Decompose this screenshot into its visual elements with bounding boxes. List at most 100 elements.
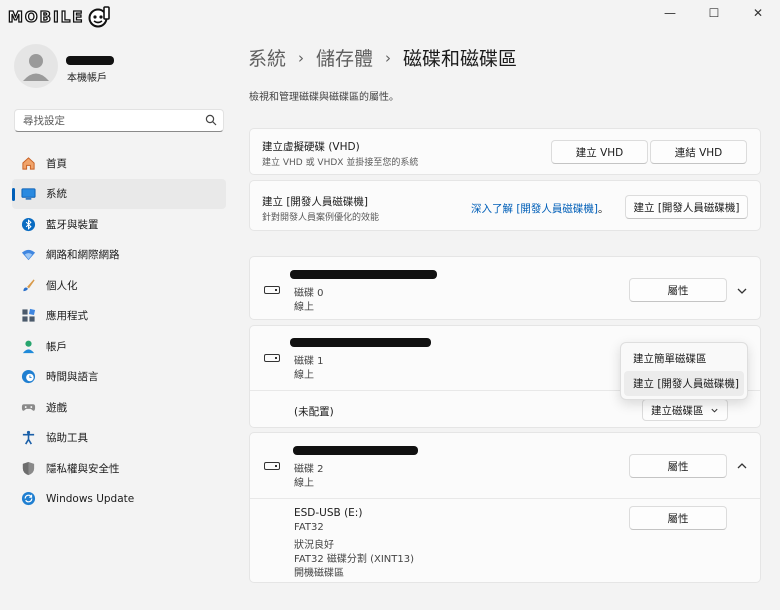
minimize-button[interactable]: — — [648, 0, 692, 26]
sidebar-item-label: 時間與語言 — [46, 371, 99, 384]
disk-0-properties-button[interactable]: 屬性 — [629, 278, 727, 302]
close-button[interactable]: ✕ — [736, 0, 780, 26]
create-dev-drive-button[interactable]: 建立 [開發人員磁碟機] — [625, 195, 748, 219]
volume-label: ESD-USB (E:) — [294, 507, 363, 519]
volume-health: 狀況良好 — [294, 540, 334, 551]
breadcrumb-separator: › — [385, 48, 392, 67]
disk-2-model-redacted — [293, 446, 418, 455]
disk-2-name: 磁碟 2 — [294, 464, 324, 475]
window-controls: — ☐ ✕ — [648, 0, 780, 26]
dev-drive-card-title: 建立 [開發人員磁碟機] — [262, 196, 369, 208]
user-avatar-icon — [23, 54, 49, 81]
monitor-icon — [20, 186, 36, 202]
user-name-redacted — [66, 56, 114, 65]
menu-item-create-dev-drive[interactable]: 建立 [開發人員磁碟機] — [624, 371, 744, 396]
disk-1-name: 磁碟 1 — [294, 356, 324, 367]
shield-icon — [20, 460, 36, 476]
sidebar-item-label: 系統 — [46, 188, 67, 201]
vhd-card-title: 建立虛擬硬碟 (VHD) — [262, 141, 360, 153]
sidebar-item-label: 個人化 — [46, 279, 78, 292]
maximize-button[interactable]: ☐ — [692, 0, 736, 26]
account-type: 本機帳戶 — [67, 73, 107, 84]
link-suffix: 。 — [598, 203, 609, 215]
learn-more-dev-drive-link[interactable]: 深入了解 [開發人員磁碟機]。 — [471, 201, 609, 216]
brush-icon — [20, 277, 36, 293]
home-icon — [20, 155, 36, 171]
breadcrumb-separator: › — [298, 48, 305, 67]
divider — [250, 498, 760, 499]
disk-2-status: 線上 — [294, 478, 314, 489]
menu-item-create-simple-volume[interactable]: 建立簡單磁碟區 — [624, 346, 744, 371]
chevron-down-icon[interactable] — [736, 285, 748, 297]
unallocated-label: (未配置) — [294, 406, 334, 418]
logo-text: MOBILE — [7, 7, 85, 26]
disk-0-model-redacted — [290, 270, 437, 279]
volume-properties-button[interactable]: 屬性 — [629, 506, 727, 530]
sidebar-item-accounts[interactable]: 帳戶 — [12, 331, 226, 362]
sidebar-item-privacy[interactable]: 隱私權與安全性 — [12, 453, 226, 484]
disk-0-card[interactable]: 磁碟 0 線上 屬性 — [249, 256, 761, 320]
clock-globe-icon — [20, 369, 36, 385]
breadcrumb-item-storage[interactable]: 儲存體 — [316, 44, 373, 71]
bluetooth-icon — [20, 216, 36, 232]
breadcrumb: 系統 › 儲存體 › 磁碟和磁碟區 — [248, 44, 517, 71]
sidebar-item-label: 首頁 — [46, 157, 67, 170]
volume-partition: FAT32 磁碟分割 (XINT13) — [294, 554, 415, 565]
sidebar-item-label: 協助工具 — [46, 432, 88, 445]
learn-more-link-text[interactable]: 深入了解 [開發人員磁碟機] — [471, 203, 598, 215]
person-icon — [20, 338, 36, 354]
title-bar: MOBILE — ☐ ✕ — [0, 0, 780, 32]
disk-2-properties-button[interactable]: 屬性 — [629, 454, 727, 478]
search-input[interactable] — [15, 110, 195, 131]
sidebar-item-label: 隱私權與安全性 — [46, 462, 120, 475]
avatar[interactable] — [14, 44, 58, 88]
chevron-up-icon[interactable] — [736, 460, 748, 472]
sidebar-item-gaming[interactable]: 遊戲 — [12, 392, 226, 423]
disk-1-model-redacted — [290, 338, 431, 347]
disk-1-status: 線上 — [294, 370, 314, 381]
page-description: 檢視和管理磁碟與磁碟區的屬性。 — [249, 92, 399, 103]
breadcrumb-item-system[interactable]: 系統 — [248, 44, 286, 71]
sidebar-item-bluetooth[interactable]: 藍牙與裝置 — [12, 209, 226, 240]
disk-0-status: 線上 — [294, 302, 314, 313]
create-volume-label: 建立磁碟區 — [651, 404, 704, 417]
volume-filesystem: FAT32 — [294, 522, 324, 533]
chevron-down-icon — [710, 408, 718, 413]
attach-vhd-button[interactable]: 連結 VHD — [650, 140, 747, 164]
wifi-icon — [20, 247, 36, 263]
sidebar-item-system[interactable]: 系統 — [12, 178, 226, 209]
sidebar-item-home[interactable]: 首頁 — [12, 148, 226, 179]
sidebar-item-windows-update[interactable]: Windows Update — [12, 484, 226, 515]
disk-drive-icon — [264, 462, 280, 470]
sidebar-nav: 首頁 系統 藍牙與裝置 網路和網際網路 個人化 應用程式 帳戶 時間與語言 遊戲… — [12, 148, 226, 514]
volume-type: 開機磁碟區 — [294, 568, 344, 579]
page-title: 磁碟和磁碟區 — [403, 48, 518, 70]
sidebar-item-apps[interactable]: 應用程式 — [12, 301, 226, 332]
vhd-card: 建立虛擬硬碟 (VHD) 建立 VHD 或 VHDX 並掛接至您的系統 建立 V… — [249, 128, 761, 175]
vhd-card-subtitle: 建立 VHD 或 VHDX 並掛接至您的系統 — [262, 158, 419, 168]
sidebar-item-time-language[interactable]: 時間與語言 — [12, 362, 226, 393]
disk-2-card[interactable]: 磁碟 2 線上 屬性 ESD-USB (E:) FAT32 狀況良好 FAT32… — [249, 432, 761, 583]
sidebar-item-label: Windows Update — [46, 492, 135, 505]
sidebar-item-personalization[interactable]: 個人化 — [12, 270, 226, 301]
sidebar-item-network[interactable]: 網路和網際網路 — [12, 240, 226, 271]
gamepad-icon — [20, 399, 36, 415]
sidebar-item-label: 帳戶 — [46, 340, 67, 353]
disk-drive-icon — [264, 354, 280, 362]
disk-0-name: 磁碟 0 — [294, 288, 324, 299]
disk-drive-icon — [264, 286, 280, 294]
apps-icon — [20, 308, 36, 324]
logo-mark-icon — [88, 6, 110, 28]
sidebar-item-label: 遊戲 — [46, 401, 67, 414]
create-vhd-button[interactable]: 建立 VHD — [551, 140, 648, 164]
sidebar-item-accessibility[interactable]: 協助工具 — [12, 423, 226, 454]
update-icon — [20, 491, 36, 507]
logo: MOBILE — [7, 4, 111, 30]
search-box[interactable] — [14, 109, 224, 132]
search-icon[interactable] — [205, 114, 217, 126]
dev-drive-card-subtitle: 針對開發人員案例優化的效能 — [262, 213, 380, 223]
create-volume-menu: 建立簡單磁碟區 建立 [開發人員磁碟機] — [620, 342, 748, 400]
sidebar-item-label: 藍牙與裝置 — [46, 218, 99, 231]
create-volume-dropdown[interactable]: 建立磁碟區 — [642, 399, 728, 421]
sidebar-item-label: 應用程式 — [46, 310, 88, 323]
